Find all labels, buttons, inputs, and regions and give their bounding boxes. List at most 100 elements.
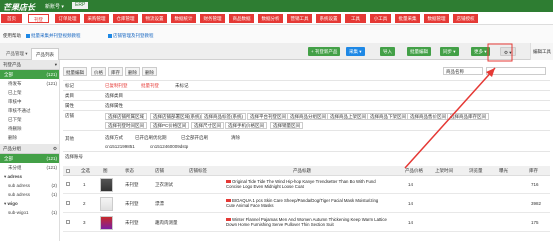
row-checkbox[interactable] <box>66 182 70 186</box>
filter-chip-stock[interactable]: 选择商品库存区间 <box>447 113 489 120</box>
erp-badge[interactable]: ERP <box>72 2 89 9</box>
publish-new-button[interactable]: + 刊登新产品 <box>308 47 341 56</box>
sidebar-item-listed[interactable]: 已上架 <box>0 88 59 97</box>
filter-chip-optimized[interactable]: 已开启刷优化期 <box>135 135 167 141</box>
filter-chip-account-b[interactable]: cn1512460009dstp <box>150 144 188 149</box>
filter-chip-price[interactable]: 选择商品售价区间 <box>407 113 449 120</box>
sync-button[interactable]: 同步 ▾ <box>440 47 459 56</box>
list-delete-button[interactable]: 删除 <box>125 67 140 76</box>
nav-item-finance[interactable]: 财务管理 <box>200 14 225 23</box>
nav-item-analysis[interactable]: 数据分析 <box>258 14 283 23</box>
filter-chip-delisted[interactable]: 选择商品下架区间 <box>367 113 409 120</box>
filter-chip-clear[interactable]: 清除 <box>231 135 240 141</box>
settings-icon[interactable]: ⚙ <box>53 144 57 154</box>
more-button[interactable]: 更多 ▾ <box>471 47 490 56</box>
select-all-checkbox[interactable] <box>66 169 70 173</box>
sidebar-item-all[interactable]: 全部 (121) <box>0 70 59 79</box>
row-checkbox[interactable] <box>66 220 70 224</box>
nav-item-logistics[interactable]: 物流设置 <box>142 14 167 23</box>
filter-chip-batch[interactable]: 批量刊登 <box>141 83 159 89</box>
th-views[interactable]: 浏览量 <box>469 168 483 174</box>
row-title[interactable]: Winter Flannel Pajamas Men And Women Aut… <box>226 217 388 227</box>
filter-chip-listed[interactable]: 选择商品上架区间 <box>327 113 369 120</box>
filter-chip-mobile-price[interactable]: 选择手机价格区间 <box>225 122 267 129</box>
table-row[interactable]: 2 未刊登 漂漂 BIOAQUA 1 pcs Skin Care Sheep/P… <box>63 195 550 213</box>
filter-chip-tags[interactable]: 选择商品标签(系统) <box>201 113 246 120</box>
collect-button[interactable]: 采集 ▾ <box>346 47 365 56</box>
filter-chip-all-on[interactable]: 已全部开启刷 <box>181 135 208 141</box>
filter-chip-platform[interactable]: 选择平台刊登区间 <box>247 113 289 120</box>
sidebar-section-header[interactable]: 产品分组 ⚙ <box>0 144 59 154</box>
filter-chip-method[interactable]: 选择方式 <box>105 135 123 141</box>
filter-chip-size[interactable]: 选择尺寸区间 <box>191 122 224 129</box>
filter-chip-copied[interactable]: 已复制刊登 <box>105 83 128 89</box>
nav-item-orders[interactable]: 订单处理 <box>55 14 80 23</box>
filter-chip-shop-region[interactable]: 选择店铺所属区域 <box>105 113 147 120</box>
nav-item-purchase[interactable]: 采购管理 <box>84 14 109 23</box>
nav-item-data-mgmt[interactable]: 数据管理 <box>424 14 449 23</box>
row-title[interactable]: BIOAQUA 1 pcs Skin Care Sheep/Panda/Dog/… <box>226 198 388 208</box>
sidebar-item-deleted[interactable]: 删除 <box>0 133 59 142</box>
product-thumbnail[interactable] <box>100 197 113 211</box>
th-stock[interactable]: 库存 <box>529 168 538 174</box>
sidebar-item-rejected[interactable]: 审核不通过 <box>0 106 59 115</box>
sidebar-group-ungrouped[interactable]: 未分组 (121) <box>0 163 59 172</box>
filter-chip-shop-deploy[interactable]: 选择店铺部署区域(系统) <box>150 113 204 120</box>
filter-chip-unmarked[interactable]: 未标记 <box>175 83 189 89</box>
th-listed-time[interactable]: 上架时间 <box>435 168 453 174</box>
table-row[interactable]: 3 未刊登 趣肉肉测量 Winter Flannel Pajamas Men A… <box>63 214 550 232</box>
nav-item-stats[interactable]: 数据统计 <box>171 14 196 23</box>
sidebar-group-sub-wigo[interactable]: sub-wigo1 (1) <box>0 208 59 217</box>
filter-chip-category[interactable]: 选择类目 <box>105 93 123 99</box>
sidebar-group-adress[interactable]: ▾ adress <box>0 172 59 181</box>
nav-item-batch-collect[interactable]: 批量采集 <box>395 14 420 23</box>
nav-item-home[interactable]: 首页 <box>1 14 22 23</box>
filter-chip-account-a[interactable]: cn1512199851 <box>105 144 135 149</box>
settings-button[interactable]: ⚙ ▾ <box>500 47 516 56</box>
row-title[interactable]: Original Tide Tide The Wind Hip-hop Kany… <box>226 179 388 189</box>
list-batch-edit-button[interactable]: 批量编辑 <box>63 67 87 76</box>
filter-chip-attr[interactable]: 选择属性 <box>105 103 123 109</box>
import-button[interactable]: 导入 <box>380 47 395 56</box>
tab-product-management[interactable]: 产品管理 ▾ <box>2 48 32 60</box>
nav-item-tools[interactable]: 工具 <box>345 14 366 23</box>
product-thumbnail[interactable] <box>100 178 113 192</box>
nav-item-warehouse[interactable]: 仓库管理 <box>113 14 138 23</box>
shop-tutorial-link[interactable]: 店铺管理及刊登教程 <box>108 33 154 39</box>
sidebar-group-all[interactable]: 全部 (121) <box>0 154 59 163</box>
tab-product-list[interactable]: 产品列表 <box>31 48 59 60</box>
th-title[interactable]: 产品标题 <box>293 168 311 174</box>
nav-item-settings[interactable]: 系统设置 <box>316 14 341 23</box>
sidebar-group-wigo[interactable]: ▾ wigo <box>0 199 59 208</box>
th-exposure[interactable]: 曝光 <box>499 168 508 174</box>
nav-item-marketing[interactable]: 营销工具 <box>287 14 312 23</box>
nav-item-publish[interactable]: 刊登 <box>28 14 49 23</box>
list-price-button[interactable]: 价格 <box>91 67 106 76</box>
sidebar-group-sub-adress[interactable]: sub adress (2) <box>0 181 59 190</box>
th-price[interactable]: 产品价格 <box>405 168 423 174</box>
filter-chip-publish-time[interactable]: 选择刊登时间区间 <box>105 122 147 129</box>
table-row[interactable]: 1 未刊登 卫衣测试 Original Tide Tide The Wind H… <box>63 176 550 194</box>
nav-item-shop-auth[interactable]: 店铺授权 <box>453 14 478 23</box>
filter-chip-sales[interactable]: 选择销量区间 <box>270 122 303 129</box>
sidebar-item-reviewing[interactable]: 审核中 <box>0 97 59 106</box>
row-checkbox[interactable] <box>66 201 70 205</box>
nav-item-mini-tools[interactable]: 小工具 <box>370 14 391 23</box>
nav-item-goods[interactable]: 商品数据 <box>229 14 254 23</box>
sidebar-item-delisted[interactable]: 已下架 <box>0 115 59 124</box>
collapse-icon[interactable]: ▾ <box>55 60 57 70</box>
filter-chip-group[interactable]: 选择商品分组区间 <box>287 113 329 120</box>
filter-chip-pc-price[interactable]: 选择PC价格区间 <box>150 122 190 129</box>
sidebar-item-to-delete[interactable]: 待删除 <box>0 124 59 133</box>
batch-edit-button[interactable]: 批量编辑 <box>407 47 431 56</box>
edit-tools-panel[interactable]: 编辑工具 <box>530 43 553 60</box>
account-switcher[interactable]: 新账号 ▾ <box>45 3 64 10</box>
product-thumbnail[interactable] <box>100 216 113 230</box>
video-tutorial-link[interactable]: 批量采集并刊登视频教程 <box>26 33 81 39</box>
sidebar-section-header[interactable]: 刊登产品 ▾ <box>0 60 59 70</box>
list-stock-button[interactable]: 库存 <box>108 67 123 76</box>
sidebar-item-pending[interactable]: 待发布 (121) <box>0 79 59 88</box>
sidebar-group-sub-adress-2[interactable]: sub adress (1) <box>0 190 59 199</box>
keyword-search-input[interactable] <box>486 67 546 75</box>
list-delete-more-button[interactable]: 删除 <box>142 67 157 76</box>
